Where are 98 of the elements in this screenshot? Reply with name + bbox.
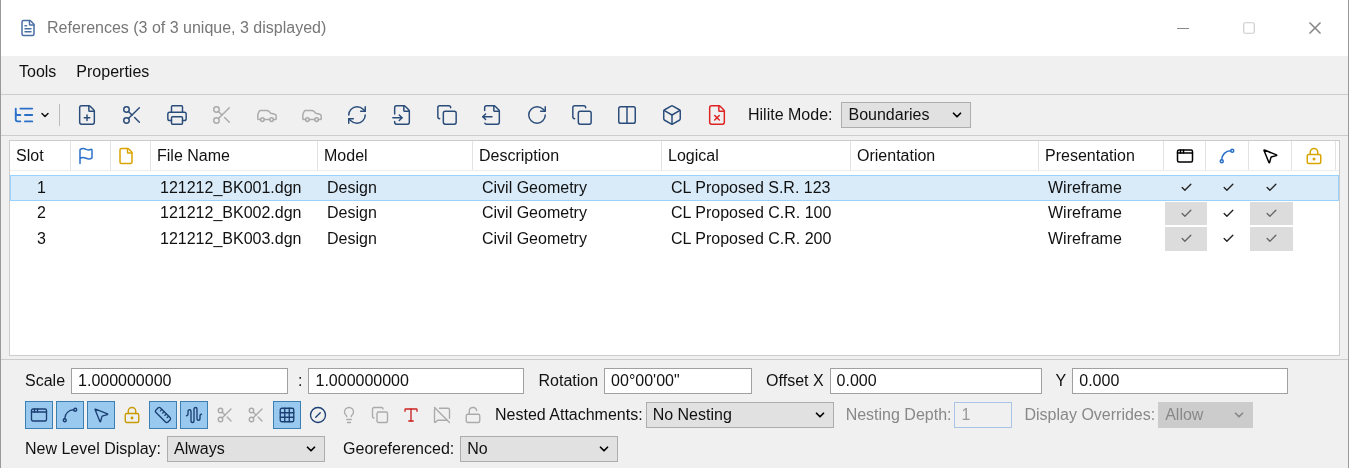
refresh-icon (346, 104, 368, 126)
table-cell: Civil Geometry (482, 204, 587, 222)
columns-icon (616, 104, 638, 126)
toggle-button[interactable] (56, 401, 84, 429)
lock-icon (1304, 146, 1323, 165)
column-header[interactable]: Slot (10, 141, 71, 170)
scale-field[interactable]: 1.000000000 (308, 368, 525, 394)
file-icon (117, 146, 135, 165)
maximize-icon (1242, 21, 1256, 35)
table-cell: CL Proposed C.R. 200 (671, 229, 832, 247)
table-cell: 1 (37, 178, 46, 196)
field-label: Georeferenced: (343, 439, 455, 459)
pointer-icon (1261, 146, 1279, 165)
dimmed-cell[interactable] (1165, 227, 1207, 251)
unlock-icon (464, 406, 482, 424)
field-label: New Level Display: (25, 439, 162, 459)
level-display-dropdown[interactable]: Always (167, 436, 326, 462)
scissors-icon (247, 406, 265, 424)
offset-x-field[interactable]: 0.000 (829, 368, 1042, 394)
flag-icon (77, 146, 95, 165)
table-cell: 121212_BK002.dgn (160, 204, 302, 222)
nesting-dropdown[interactable]: No Nesting (645, 402, 834, 428)
table-cell: CL Proposed C.R. 100 (671, 204, 832, 222)
comment-off-icon (433, 406, 451, 424)
hilite-mode-dropdown[interactable]: Boundaries (841, 102, 972, 128)
curve-icon (1218, 146, 1236, 165)
menu-item[interactable]: Properties (76, 60, 150, 84)
rotate-icon (526, 104, 548, 126)
field-label: Nested Attachments: (495, 405, 643, 425)
field-label: Offset X (766, 371, 824, 391)
table-cell: 121212_BK001.dgn (160, 178, 302, 196)
toggle-button[interactable] (25, 401, 53, 429)
minimize-icon (1177, 27, 1189, 29)
slash-circle-icon (309, 406, 327, 424)
column-header[interactable]: File Name (151, 141, 318, 170)
pointer-icon (92, 406, 110, 424)
table-cell: Civil Geometry (482, 178, 587, 196)
ratio-separator: : (298, 371, 303, 391)
column-header[interactable]: Orientation (851, 141, 1039, 170)
lock-icon (123, 406, 141, 424)
cube-icon (661, 104, 683, 126)
table-cell: CL Proposed S.R. 123 (671, 178, 831, 196)
column-header[interactable]: Model (318, 141, 473, 170)
offset-y-field[interactable]: 0.000 (1072, 368, 1289, 394)
table-cell: Civil Geometry (482, 229, 587, 247)
window-title: References (3 of 3 unique, 3 displayed) (47, 18, 327, 38)
scissors-icon (211, 104, 233, 126)
window-icon (30, 406, 48, 424)
toggle-button[interactable] (149, 401, 177, 429)
dimmed-cell[interactable] (1250, 201, 1293, 225)
file-arrow-icon (481, 104, 503, 126)
table-row[interactable]: 1 121212_BK001.dgn Design Civil Geometry CL Proposed S.R. 123 Wireframe (10, 175, 1339, 201)
table-cell: Design (327, 178, 377, 196)
letter-icon (402, 406, 420, 424)
column-header[interactable]: Presentation (1039, 141, 1164, 170)
tree-view-button[interactable] (13, 104, 60, 126)
table-row[interactable]: 2 121212_BK002.dgn Design Civil Geometry CL Proposed C.R. 100 Wireframe (10, 200, 1339, 226)
georeferenced-dropdown[interactable]: No (460, 436, 619, 462)
scissors-icon (216, 406, 234, 424)
table-cell: Wireframe (1048, 178, 1122, 196)
copy-icon (571, 104, 593, 126)
dimmed-cell[interactable] (1250, 227, 1293, 251)
hilite-mode-label: Hilite Mode: (748, 105, 833, 125)
toggle-button[interactable] (180, 401, 208, 429)
scissors-icon (121, 104, 143, 126)
curve-icon (61, 406, 79, 424)
menu-item[interactable]: Tools (19, 60, 57, 84)
file-plus-icon (76, 104, 98, 126)
table-row[interactable]: 3 121212_BK003.dgn Design Civil Geometry CL Proposed C.R. 200 Wireframe (10, 226, 1339, 252)
table-cell: Wireframe (1048, 204, 1122, 222)
rotation-field[interactable]: 00°00'00" (604, 368, 753, 394)
table-cell: 121212_BK003.dgn (160, 229, 302, 247)
copy-icon (371, 406, 389, 424)
column-header[interactable]: Logical (662, 141, 851, 170)
field-label: Rotation (538, 371, 599, 391)
field-label: Y (1055, 371, 1067, 391)
table-cell: 2 (37, 204, 46, 222)
file-arrow-icon (391, 104, 413, 126)
table-cell: Wireframe (1048, 229, 1122, 247)
column-header[interactable]: Description (473, 141, 662, 170)
ruler-icon (154, 406, 172, 424)
table-cell: 3 (37, 229, 46, 247)
window-icon (1175, 146, 1194, 165)
toggle-button[interactable] (87, 401, 115, 429)
grid-icon (278, 406, 296, 424)
document-icon (19, 19, 37, 37)
printer-icon (166, 104, 188, 126)
copy-icon (436, 104, 458, 126)
table-cell: Design (327, 204, 377, 222)
field-label: Display Overrides: (1024, 405, 1156, 425)
field-label: Scale (25, 371, 66, 391)
scale-field[interactable]: 1.000000000 (71, 368, 289, 394)
dimmed-cell[interactable] (1165, 201, 1207, 225)
wave-icon (185, 406, 203, 424)
file-x-icon (706, 104, 728, 126)
field-label: Nesting Depth: (845, 405, 952, 425)
toggle-button[interactable] (273, 401, 301, 429)
table-cell: Design (327, 229, 377, 247)
